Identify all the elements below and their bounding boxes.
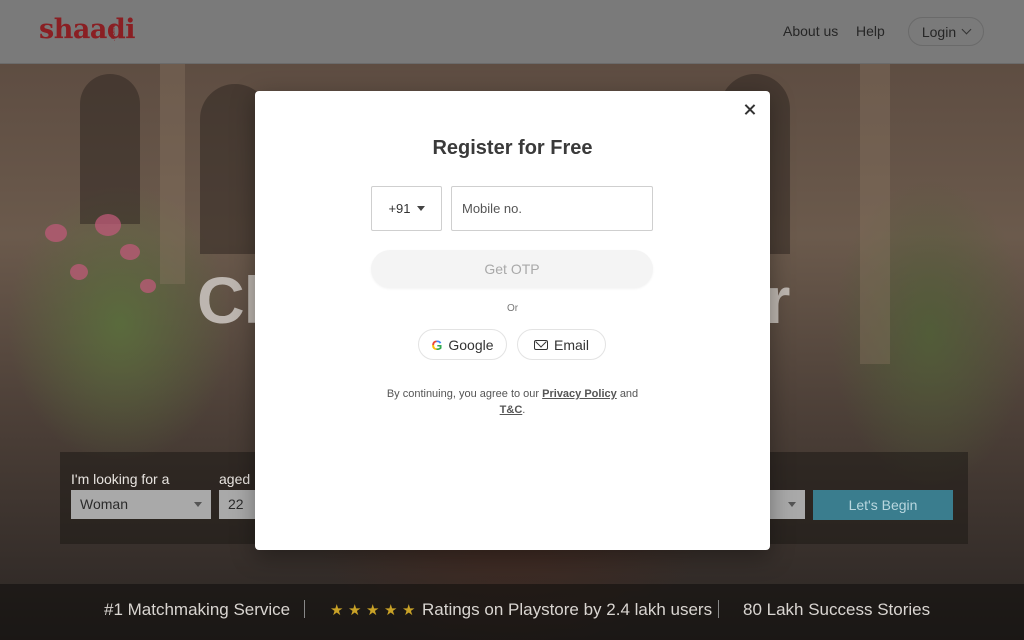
close-icon[interactable]	[740, 100, 760, 120]
aged-label: aged	[219, 471, 251, 487]
star-icon: ★	[402, 602, 416, 619]
flower-decoration	[120, 244, 140, 260]
help-link[interactable]: Help	[856, 23, 885, 39]
age-select[interactable]: 22	[219, 490, 259, 519]
religion-select[interactable]	[765, 490, 805, 519]
terms-and: and	[619, 388, 639, 400]
caret-down-icon	[416, 206, 425, 211]
flower-decoration	[95, 214, 121, 236]
success-stories-stat: 80 Lakh Success Stories	[743, 600, 931, 619]
flower-decoration	[70, 264, 88, 280]
star-icon: ★	[330, 602, 344, 619]
terms-prefix: By continuing, you agree to our	[386, 388, 540, 400]
country-code-select[interactable]: +91	[371, 186, 442, 231]
gender-value: Woman	[80, 496, 128, 512]
google-icon: G	[431, 336, 443, 353]
background-pillar	[160, 64, 185, 284]
shaadi-logo[interactable]: shaadi	[39, 14, 135, 45]
country-code-value: +91	[388, 201, 411, 216]
age-value: 22	[228, 496, 244, 512]
login-label: Login	[921, 23, 957, 40]
about-us-link[interactable]: About us	[783, 23, 838, 39]
mobile-number-input[interactable]	[451, 186, 653, 231]
star-icon: ★	[348, 602, 362, 619]
background-arch	[80, 74, 140, 224]
lets-begin-button[interactable]: Let's Begin	[813, 490, 953, 520]
login-button[interactable]: Login	[908, 17, 984, 46]
ratings-stat: Ratings on Playstore by 2.4 lakh users	[422, 600, 713, 619]
site-header: shaadi .com About us Help Login	[0, 0, 1024, 64]
google-signin-button[interactable]: G Google	[418, 329, 507, 360]
terms-conditions-link[interactable]: T&C	[500, 404, 523, 416]
stats-divider	[304, 600, 305, 618]
or-separator: Or	[506, 303, 519, 314]
logo-com-text: .com	[110, 26, 117, 42]
background-pillar	[860, 64, 890, 364]
email-signin-button[interactable]: Email	[517, 329, 606, 360]
terms-period: .	[522, 404, 526, 416]
caret-down-icon	[788, 502, 796, 507]
gender-select[interactable]: Woman	[71, 490, 211, 519]
google-label: Google	[448, 336, 494, 353]
get-otp-button[interactable]: Get OTP	[371, 250, 653, 288]
caret-down-icon	[194, 502, 202, 507]
privacy-policy-link[interactable]: Privacy Policy	[542, 388, 617, 400]
mail-icon	[533, 339, 548, 350]
star-icon: ★	[366, 602, 380, 619]
matchmaking-stat: #1 Matchmaking Service	[104, 600, 291, 619]
chevron-down-icon	[961, 24, 972, 35]
stats-divider	[718, 600, 719, 618]
modal-title: Register for Free	[432, 137, 593, 159]
star-icon: ★	[384, 602, 398, 619]
register-modal: Register for Free +91 Get OTP Or G Googl…	[255, 91, 770, 550]
flower-decoration	[45, 224, 67, 242]
looking-for-label: I'm looking for a	[71, 471, 170, 487]
flower-decoration	[140, 279, 156, 293]
terms-text: By continuing, you agree to our Privacy …	[365, 386, 660, 418]
email-label: Email	[553, 336, 589, 353]
